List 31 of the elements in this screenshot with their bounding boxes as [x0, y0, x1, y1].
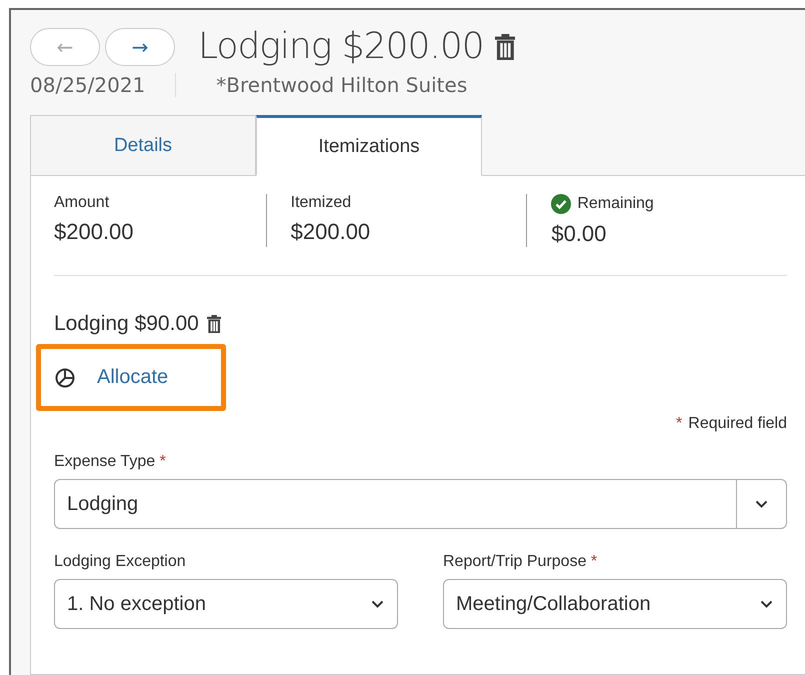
expense-title: Lodging $200.00 — [198, 26, 484, 67]
dropdown-field[interactable]: Lodging — [54, 479, 787, 529]
forward-button[interactable]: → — [105, 28, 175, 66]
vendor-name: *Brentwood Hilton Suites — [216, 73, 468, 97]
dropdown-field[interactable]: Meeting/Collaboration — [443, 579, 787, 629]
required-mark: * — [160, 453, 166, 470]
chevron-down-icon — [760, 600, 772, 608]
allocate-link[interactable]: Allocate — [97, 366, 168, 389]
required-note: Required field — [688, 415, 787, 433]
required-mark: * — [590, 553, 598, 570]
trash-icon[interactable] — [206, 315, 222, 333]
check-circle-icon — [551, 194, 572, 214]
summary-value: $200.00 — [54, 219, 135, 245]
required-mark: * — [676, 415, 682, 433]
tab[interactable]: Itemizations — [256, 115, 482, 176]
expense-date: 08/25/2021 — [30, 73, 146, 97]
chevron-down-icon — [370, 600, 384, 608]
trash-icon[interactable] — [494, 34, 516, 60]
summary-value: $200.00 — [290, 219, 372, 245]
pie-chart-icon — [55, 368, 75, 388]
summary-label: Amount — [54, 194, 110, 212]
chevron-down-icon — [755, 500, 768, 508]
summary-label: Remaining — [577, 195, 654, 213]
summary-label: Itemized — [290, 194, 352, 212]
field-label: Expense Type — [54, 453, 156, 470]
dropdown-field[interactable]: 1. No exception — [54, 579, 398, 629]
field-label: Report/Trip Purpose — [443, 553, 586, 570]
field-label: Lodging Exception — [54, 553, 186, 570]
tab[interactable]: Details — [30, 115, 256, 176]
itemization-title: Lodging $90.00 — [54, 312, 199, 336]
summary-value: $0.00 — [551, 221, 608, 247]
